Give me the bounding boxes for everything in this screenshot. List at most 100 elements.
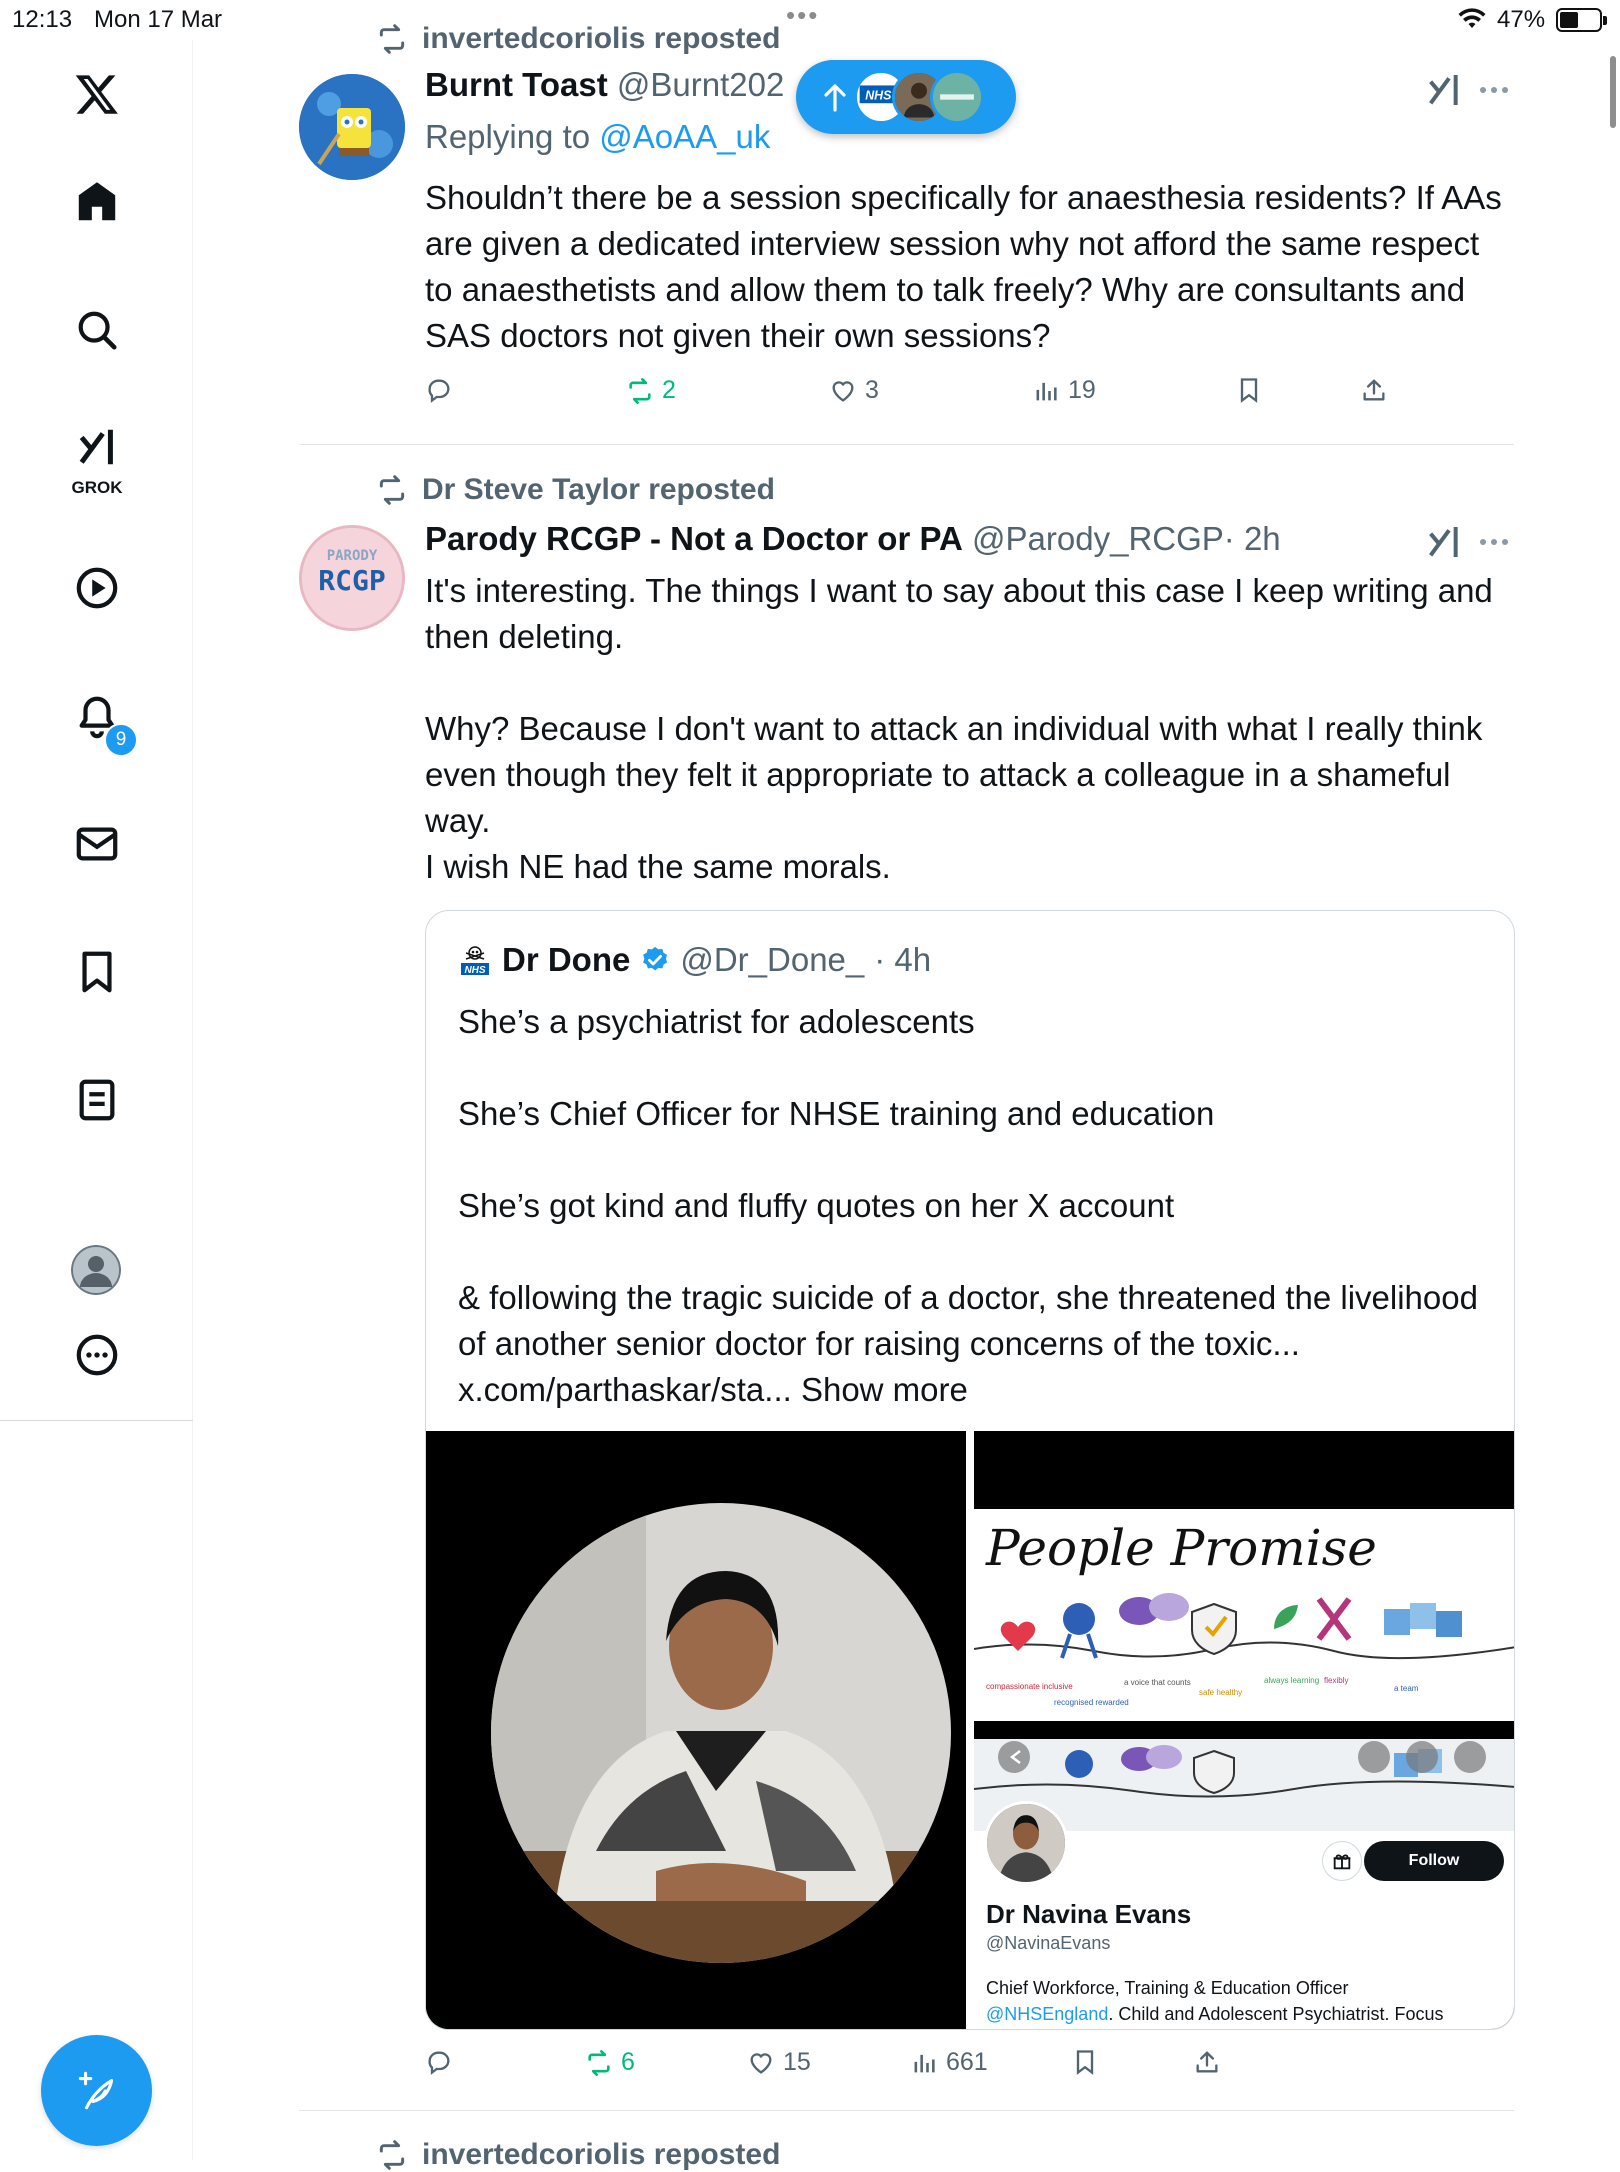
like-button[interactable]: 3 xyxy=(829,376,879,405)
repost-by-label[interactable]: invertedcoriolis reposted xyxy=(422,2138,780,2172)
like-count: 15 xyxy=(783,2048,811,2076)
like-count: 3 xyxy=(865,376,879,404)
follow-button: Follow xyxy=(1364,1841,1504,1881)
author-handle[interactable]: @Parody_RCGP xyxy=(972,520,1224,557)
repost-icon xyxy=(629,377,651,404)
views-button[interactable]: 19 xyxy=(1032,376,1096,405)
author-handle[interactable]: @Burnt202 xyxy=(617,66,784,103)
svg-text:safe healthy: safe healthy xyxy=(1199,1688,1242,1697)
bio-link: @NHSEngland xyxy=(986,2004,1109,2024)
bio-line: Chief Workforce, Training & Education Of… xyxy=(986,1978,1349,1998)
scrollbar[interactable] xyxy=(1610,56,1616,128)
bookmark-button[interactable] xyxy=(1071,2048,1099,2076)
repost-by-label[interactable]: invertedcoriolis reposted xyxy=(422,22,780,56)
new-posts-pill[interactable]: NHS xyxy=(796,60,1016,134)
grok-explain-icon[interactable] xyxy=(1424,70,1464,110)
sidebar: GROK 9 xyxy=(0,40,193,2160)
verified-badge-icon xyxy=(643,946,668,971)
replying-to: Replying to @AoAA_uk xyxy=(425,118,770,156)
grok-label: GROK xyxy=(71,478,123,497)
quote-author[interactable]: NHS Dr Done @Dr_Done_ · 4h xyxy=(458,941,931,979)
bookmark-icon xyxy=(1076,2050,1094,2075)
grok-icon[interactable] xyxy=(65,415,129,479)
gift-icon xyxy=(1322,1841,1362,1881)
pill-avatar-logo xyxy=(930,70,984,124)
profile-avatar xyxy=(984,1801,1068,1885)
post-actions: 6 15 661 xyxy=(425,2048,1515,2088)
sidebar-divider xyxy=(0,1420,193,1421)
wifi-icon xyxy=(1458,8,1486,28)
notification-badge: 9 xyxy=(104,723,138,757)
post-author[interactable]: Burnt Toast @Burnt202 xyxy=(425,66,784,104)
repost-count: 6 xyxy=(621,2048,635,2076)
view-count: 661 xyxy=(946,2048,988,2076)
lists-icon[interactable] xyxy=(65,1068,129,1132)
multitasking-dots-icon[interactable]: ••• xyxy=(786,0,819,31)
post-more-icon[interactable] xyxy=(1480,534,1518,550)
more-options-circle-icon[interactable] xyxy=(65,1323,129,1387)
svg-text:recognised rewarded: recognised rewarded xyxy=(1054,1698,1129,1707)
svg-text:NHS: NHS xyxy=(865,89,892,103)
compose-post-button[interactable] xyxy=(41,2035,152,2146)
search-icon[interactable] xyxy=(65,298,129,362)
profile-bio: Chief Workforce, Training & Education Of… xyxy=(986,1975,1506,2027)
like-button[interactable]: 15 xyxy=(747,2048,811,2077)
quote-text: She’s a psychiatrist for adolescents She… xyxy=(458,1003,1478,1408)
quote-author-handle[interactable]: @Dr_Done_ xyxy=(680,941,864,979)
views-button[interactable]: 661 xyxy=(910,2048,988,2077)
quote-image-profile-screenshot[interactable]: People Promise compassionate inclusive r… xyxy=(974,1431,1514,2029)
profile-screenshot: Follow Dr Navina Evans @NavinaEvans Chie… xyxy=(974,1739,1514,2029)
repost-indicator: invertedcoriolis reposted xyxy=(376,2138,780,2172)
share-button[interactable] xyxy=(1360,376,1388,404)
repost-button[interactable]: 6 xyxy=(585,2048,635,2077)
svg-text:NHS: NHS xyxy=(464,965,485,976)
home-icon[interactable] xyxy=(65,170,129,234)
quote-time[interactable]: · 4h xyxy=(874,941,931,979)
view-count: 19 xyxy=(1068,376,1096,404)
author-name[interactable]: Parody RCGP - Not a Doctor or PA xyxy=(425,520,963,557)
reply-icon xyxy=(428,2051,450,2075)
video-play-icon[interactable] xyxy=(65,556,129,620)
bookmark-button[interactable] xyxy=(1235,376,1263,404)
quote-image-portrait[interactable] xyxy=(426,1431,966,2029)
date: Mon 17 Mar xyxy=(94,6,223,33)
svg-text:a voice that counts: a voice that counts xyxy=(1124,1678,1191,1687)
grok-explain-icon[interactable] xyxy=(1424,522,1464,562)
repost-by-label[interactable]: Dr Steve Taylor reposted xyxy=(422,473,775,507)
post-separator xyxy=(299,444,1514,445)
bookmarks-icon[interactable] xyxy=(65,940,129,1004)
replying-prefix: Replying to xyxy=(425,118,600,155)
messages-envelope-icon[interactable] xyxy=(65,812,129,876)
svg-text:flexibly: flexibly xyxy=(1324,1676,1348,1685)
post-more-icon[interactable] xyxy=(1480,82,1518,98)
post-author[interactable]: Parody RCGP - Not a Doctor or PA @Parody… xyxy=(425,520,1281,558)
reply-button[interactable] xyxy=(425,376,461,404)
views-chart-icon xyxy=(1036,382,1057,400)
reply-button[interactable] xyxy=(425,2048,461,2076)
repost-button[interactable]: 2 xyxy=(626,376,676,405)
heart-icon xyxy=(750,2052,772,2074)
views-chart-icon xyxy=(914,2054,935,2072)
repost-icon xyxy=(379,24,405,54)
heart-icon xyxy=(832,380,854,402)
post-text: Shouldn’t there be a session specificall… xyxy=(425,179,1502,354)
profile-avatar-icon[interactable] xyxy=(71,1245,121,1295)
bio-line: . Child and Adolescent Psychiatrist. Foc… xyxy=(1108,2004,1444,2024)
replying-to-link[interactable]: @AoAA_uk xyxy=(599,118,770,155)
battery-percent: 47% xyxy=(1497,6,1546,33)
share-button[interactable] xyxy=(1193,2048,1221,2076)
author-name[interactable]: Burnt Toast xyxy=(425,66,608,103)
user-avatar[interactable] xyxy=(299,74,405,180)
status-bar: 12:13 Mon 17 Mar ••• 47% xyxy=(0,0,1620,40)
quoted-post[interactable]: NHS Dr Done @Dr_Done_ · 4h She’s a psychi… xyxy=(425,910,1515,2030)
x-logo-icon[interactable] xyxy=(65,62,129,126)
quote-author-name[interactable]: Dr Done xyxy=(502,941,630,979)
repost-icon xyxy=(379,475,405,505)
bookmark-icon xyxy=(1240,378,1258,403)
repost-icon xyxy=(588,2049,610,2076)
post-actions: 2 3 19 xyxy=(425,376,1515,416)
user-avatar[interactable]: PARODY RCGP xyxy=(299,525,405,631)
reply-icon xyxy=(428,379,450,403)
post-time[interactable]: · 2h xyxy=(1224,520,1281,557)
arrow-up-icon xyxy=(824,84,846,112)
